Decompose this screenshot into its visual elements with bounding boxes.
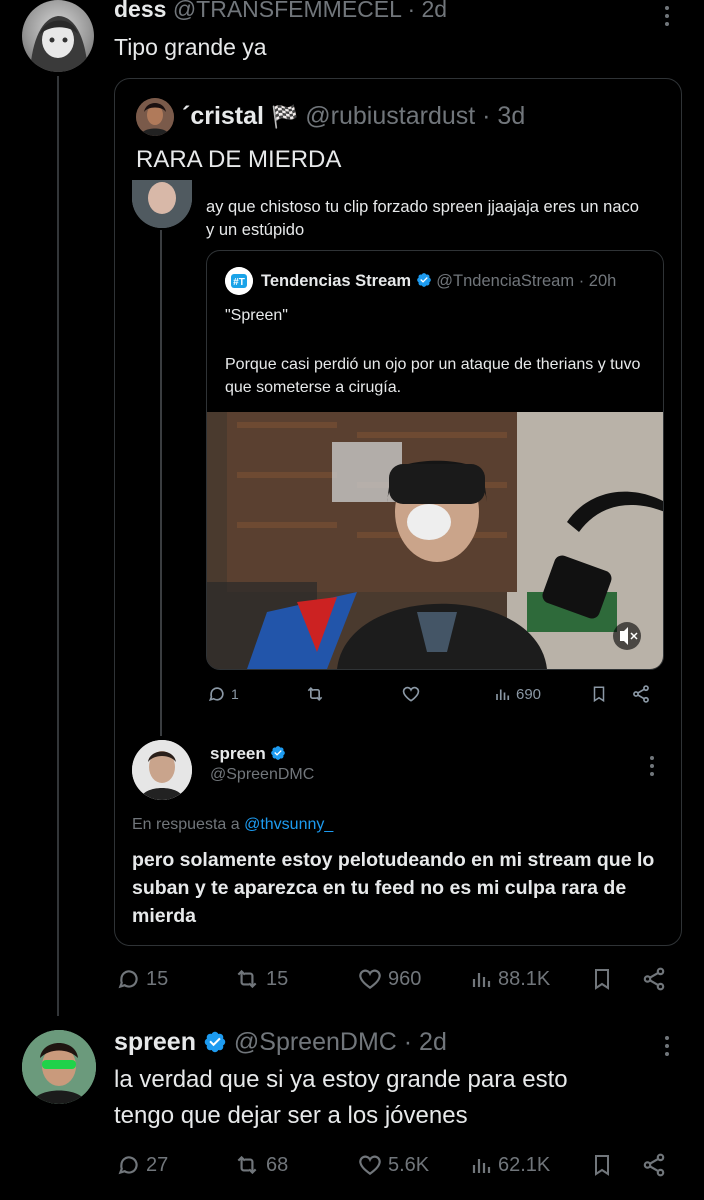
- avatar-spreen[interactable]: [22, 1030, 96, 1104]
- heart-icon: [359, 969, 381, 989]
- verified-badge-icon: [271, 746, 286, 760]
- views-icon: [472, 1159, 491, 1173]
- tweet1-bookmark-button[interactable]: [590, 966, 614, 992]
- tweet1-retweet-button[interactable]: 15: [232, 966, 288, 992]
- spreen-reply-display-name[interactable]: spreen: [210, 744, 266, 763]
- reply-icon: [118, 1156, 138, 1175]
- share-icon: [643, 1153, 665, 1177]
- screenshot-reply-text: ay que chistoso tu clip forzado spreen j…: [206, 198, 639, 239]
- tendencias-views-count: 690: [516, 685, 542, 703]
- tweet1-header: dess @TRANSFEMMECEL · 2d: [114, 0, 447, 23]
- tweet2-text-line1: la verdad que si ya estoy grande para es…: [114, 1066, 568, 1093]
- spreen-reply-more-icon[interactable]: [647, 756, 657, 780]
- retweet-icon: [237, 1155, 257, 1175]
- tweet1-like-button[interactable]: 960: [356, 966, 421, 992]
- thread-line: [57, 76, 59, 1016]
- quote-header: ´cristal 🏁 @rubiustardust · 3d: [182, 102, 525, 131]
- bookmark-icon: [595, 969, 609, 990]
- heart-icon: [359, 1155, 381, 1175]
- tweet2-like-button[interactable]: 5.6K: [356, 1152, 429, 1178]
- quote-handle[interactable]: @rubiustardust: [305, 102, 475, 130]
- tendencias-logo-icon: #T: [225, 267, 253, 295]
- tweet1-views-button[interactable]: 88.1K: [470, 966, 550, 992]
- tendencias-retweet-button[interactable]: [304, 684, 326, 704]
- tweet1-retweet-count: 15: [266, 967, 289, 990]
- verified-badge-icon: [204, 1031, 226, 1053]
- more-options-icon[interactable]: [662, 6, 672, 30]
- screenshot-thread-line: [160, 230, 162, 736]
- retweet-icon: [237, 969, 257, 989]
- avatar-dess[interactable]: [22, 0, 94, 72]
- reply-icon: [208, 687, 224, 702]
- quote-text: RARA DE MIERDA: [136, 146, 342, 173]
- spreen-reply-avatar[interactable]: [132, 740, 192, 800]
- person-avatar-icon: [22, 1030, 96, 1104]
- tendencias-views-button[interactable]: 690: [494, 684, 541, 704]
- bookmark-icon: [595, 1155, 609, 1176]
- tweet2-header: spreen @SpreenDMC · 2d: [114, 1028, 447, 1057]
- tendencias-header: Tendencias Stream @TndenciaStream · 20h: [261, 272, 616, 291]
- tweet1-handle[interactable]: @TRANSFEMMECEL: [173, 0, 401, 22]
- person-avatar-icon: [136, 98, 174, 136]
- tendencias-line1: "Spreen": [225, 307, 288, 324]
- tweet2-display-name[interactable]: spreen: [114, 1028, 196, 1056]
- anime-avatar-icon: [30, 16, 88, 72]
- spreen-reply-text: pero solamente estoy pelotudeando en mi …: [132, 849, 655, 927]
- share-icon: [633, 685, 649, 703]
- tendencias-display-name[interactable]: Tendencias Stream: [261, 272, 411, 290]
- quote-time[interactable]: · 3d: [482, 102, 525, 130]
- tweet1-text: Tipo grande ya: [114, 34, 267, 60]
- tendencias-time[interactable]: · 20h: [579, 272, 617, 290]
- spreen-reply-header: spreen: [210, 744, 286, 764]
- tendencias-like-button[interactable]: [400, 684, 422, 704]
- quote-display-name[interactable]: ´cristal: [182, 102, 264, 130]
- tweet1-reply-button[interactable]: 15: [116, 966, 168, 992]
- heart-icon: [402, 686, 420, 702]
- tweet1-time[interactable]: · 2d: [407, 0, 447, 22]
- spreen-reply-replying-to: En respuesta a @thvsunny_: [132, 816, 333, 834]
- tweet1-display-name[interactable]: dess: [114, 0, 166, 22]
- tendencias-share-button[interactable]: [630, 684, 652, 704]
- reply-icon: [118, 970, 138, 989]
- tweet2-more-icon[interactable]: [662, 1036, 672, 1060]
- tweet2-reply-button[interactable]: 27: [116, 1152, 168, 1178]
- tendencias-bookmark-button[interactable]: [590, 684, 608, 704]
- views-icon: [472, 973, 491, 987]
- tweet2-share-button[interactable]: [640, 1152, 668, 1178]
- tendencias-reply-button[interactable]: 1: [207, 684, 239, 704]
- tweet2-like-count: 5.6K: [388, 1153, 430, 1176]
- tendencias-reply-count: 1: [231, 686, 239, 702]
- tendencias-tweet-card[interactable]: #T Tendencias Stream @TndenciaStream · 2…: [206, 250, 664, 670]
- checkered-flag-emoji: 🏁: [270, 104, 299, 129]
- tweet2-views-count: 62.1K: [498, 1153, 551, 1176]
- bookmark-icon: [593, 686, 605, 703]
- tweet2-retweet-button[interactable]: 68: [232, 1152, 288, 1178]
- svg-text:#T: #T: [233, 277, 245, 288]
- stream-video-thumbnail: [207, 412, 663, 669]
- tweet1-reply-count: 15: [146, 967, 169, 990]
- tendencias-video[interactable]: [207, 412, 663, 669]
- tweet2-text-line2: tengo que dejar ser a los jóvenes: [114, 1102, 468, 1129]
- verified-badge-icon: [416, 273, 431, 287]
- tweet1-views-count: 88.1K: [498, 967, 551, 990]
- tweet2-views-button[interactable]: 62.1K: [470, 1152, 550, 1178]
- tweet1-share-button[interactable]: [640, 966, 668, 992]
- spreen-reply-handle[interactable]: @SpreenDMC: [210, 766, 314, 784]
- views-icon: [496, 689, 510, 700]
- replying-to-handle[interactable]: @thvsunny_: [244, 816, 333, 833]
- replying-to-label: En respuesta a: [132, 816, 240, 833]
- tweet2-handle[interactable]: @SpreenDMC: [234, 1028, 397, 1056]
- tweet2-reply-count: 27: [146, 1153, 169, 1176]
- tweet2-time[interactable]: · 2d: [404, 1028, 447, 1056]
- retweet-icon: [307, 686, 323, 702]
- tweet1-like-count: 960: [388, 967, 422, 990]
- tweet2-bookmark-button[interactable]: [590, 1152, 614, 1178]
- tendencias-line2: Porque casi perdió un ojo por un ataque …: [225, 356, 641, 396]
- tweet2-retweet-count: 68: [266, 1153, 289, 1176]
- tendencias-avatar: #T: [225, 267, 253, 295]
- tendencias-handle[interactable]: @TndenciaStream: [436, 272, 574, 290]
- share-icon: [643, 967, 665, 991]
- person-avatar-icon: [132, 740, 192, 800]
- avatar-cristal[interactable]: [136, 98, 174, 136]
